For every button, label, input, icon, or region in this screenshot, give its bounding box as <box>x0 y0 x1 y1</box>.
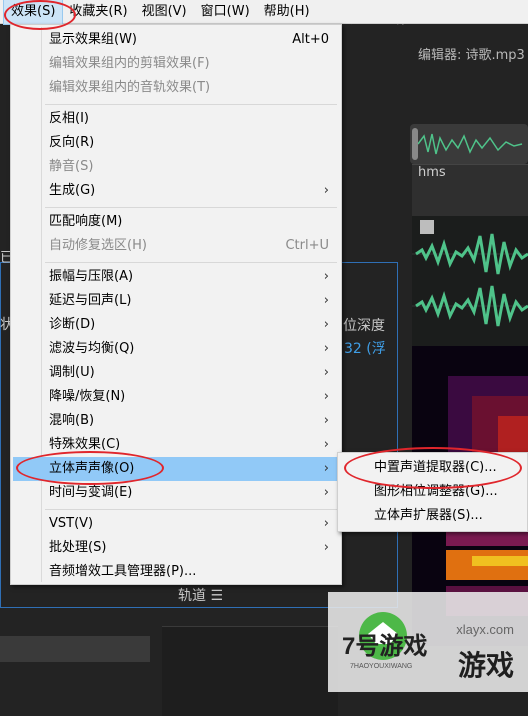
menu-window[interactable]: 窗口(W) <box>194 0 257 24</box>
menu-item-match-loudness[interactable]: 匹配响度(M) <box>13 210 339 234</box>
chevron-right-icon: › <box>323 183 329 198</box>
watermark-logo-icon: 7号游戏网 7HAOYOUXIWANG <box>342 612 428 670</box>
submenu-item-graphic-phase-shifter[interactable]: 图形相位调整器(G)... <box>340 480 528 504</box>
menu-item-amplitude[interactable]: 振幅与压限(A) › <box>13 265 339 289</box>
menu-item-edit-clip-effects: 编辑效果组内的剪辑效果(F) <box>49 56 210 71</box>
menu-item-delay-echo[interactable]: 延迟与回声(L) › <box>13 289 339 313</box>
menu-item-plugin-manager[interactable]: 音频增效工具管理器(P)... <box>13 560 339 584</box>
menu-item-time-pitch[interactable]: 时间与变调(E) › <box>13 481 339 505</box>
menu-effects[interactable]: 效果(S) <box>2 0 64 25</box>
chevron-right-icon: › <box>323 365 329 380</box>
chevron-right-icon: › <box>323 317 329 332</box>
menu-favorites[interactable]: 收藏夹(R) <box>62 0 134 24</box>
menu-item-vst[interactable]: VST(V) › <box>13 512 339 536</box>
watermark: 7号游戏网 7HAOYOUXIWANG xlayx.com 游戏 <box>328 592 528 692</box>
menu-item-diagnostics[interactable]: 诊断(D) › <box>13 313 339 337</box>
menu-item-batch[interactable]: 批处理(S) › <box>13 536 339 560</box>
svg-text:7号游戏网: 7号游戏网 <box>342 632 428 660</box>
menu-item-reverb[interactable]: 混响(B) › <box>13 409 339 433</box>
effects-dropdown-menu: 显示效果组(W) Alt+0 编辑效果组内的剪辑效果(F) 编辑效果组内的音轨效果… <box>10 24 342 585</box>
menu-item-show-effects-rack[interactable]: 显示效果组(W) Alt+0 <box>13 28 339 52</box>
chevron-right-icon: › <box>323 341 329 356</box>
waveform-overview[interactable] <box>410 124 528 164</box>
menu-item-edit-track-effects: 编辑效果组内的音轨效果(T) <box>49 80 211 95</box>
menu-separator <box>45 207 337 208</box>
watermark-site: xlayx.com <box>456 622 514 637</box>
menu-separator <box>45 104 337 105</box>
menu-item-silence: 静音(S) <box>49 159 94 174</box>
bottom-left-panel <box>0 636 150 662</box>
submenu-item-stereo-expander[interactable]: 立体声扩展器(S)... <box>340 504 528 528</box>
chevron-right-icon: › <box>323 485 329 500</box>
chevron-right-icon: › <box>323 269 329 284</box>
chevron-right-icon: › <box>323 413 329 428</box>
svg-text:7HAOYOUXIWANG: 7HAOYOUXIWANG <box>350 663 412 670</box>
menu-item-noise-reduction[interactable]: 降噪/恢复(N) › <box>13 385 339 409</box>
menu-item-filter-eq[interactable]: 滤波与均衡(Q) › <box>13 337 339 361</box>
menu-view[interactable]: 视图(V) <box>135 0 194 24</box>
bit-depth-label: 位深度 <box>343 318 385 334</box>
chevron-right-icon: › <box>323 437 329 452</box>
chevron-right-icon: › <box>323 293 329 308</box>
menu-help[interactable]: 帮助(H) <box>257 0 317 24</box>
time-format-label: hms <box>418 165 446 180</box>
menu-item-reverse[interactable]: 反向(R) <box>13 131 339 155</box>
menu-item-special[interactable]: 特殊效果(C) › <box>13 433 339 457</box>
menu-item-auto-heal: 自动修复选区(H) Ctrl+U <box>49 238 329 253</box>
editor-title[interactable]: 编辑器: 诗歌.mp3 <box>418 44 525 63</box>
menu-item-invert[interactable]: 反相(I) <box>13 107 339 131</box>
menu-item-generate[interactable]: 生成(G) › <box>13 179 339 203</box>
watermark-name: 游戏 <box>457 649 514 682</box>
tracks-panel <box>162 626 338 716</box>
menu-separator <box>45 262 337 263</box>
bit-depth-value: 32 (浮 <box>344 341 386 357</box>
menu-bar: 效果(S) 收藏夹(R) 视图(V) 窗口(W) 帮助(H) <box>0 0 528 25</box>
chevron-right-icon: › <box>323 461 329 476</box>
chevron-right-icon: › <box>323 540 329 555</box>
chevron-right-icon: › <box>323 389 329 404</box>
stereo-imagery-submenu: 中置声道提取器(C)... 图形相位调整器(G)... 立体声扩展器(S)... <box>337 452 528 532</box>
menu-separator <box>45 509 337 510</box>
tracks-panel-title[interactable]: 轨道 ☰ <box>178 585 223 605</box>
waveform-display[interactable] <box>412 216 528 346</box>
chevron-right-icon: › <box>323 516 329 531</box>
submenu-item-center-channel-extractor[interactable]: 中置声道提取器(C)... <box>340 456 528 480</box>
menu-item-modulation[interactable]: 调制(U) › <box>13 361 339 385</box>
menu-item-stereo-imagery[interactable]: 立体声声像(O) › <box>13 457 339 481</box>
